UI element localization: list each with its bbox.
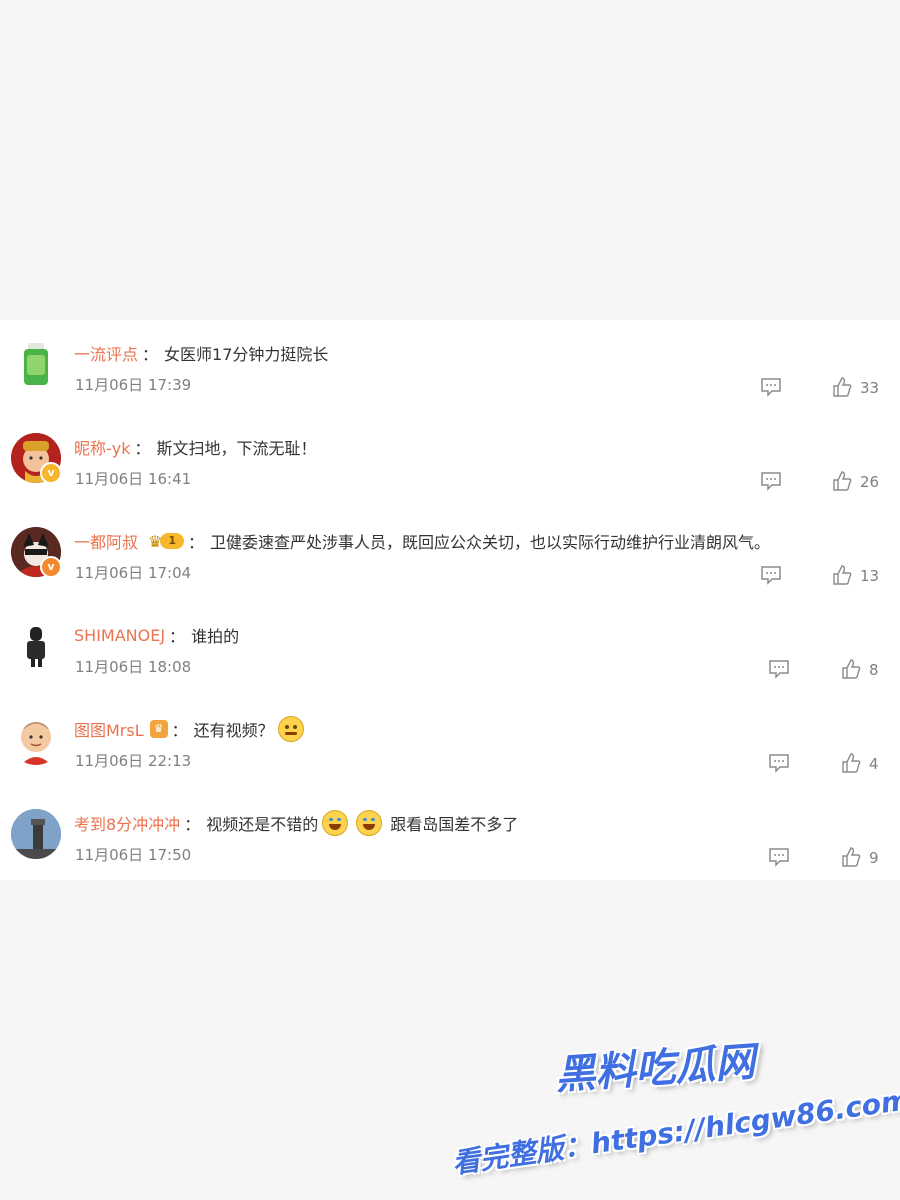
- comment-text: 卫健委速查严处涉事人员，既回应公众关切，也以实际行动维护行业清朗风气。: [210, 533, 771, 552]
- comment-line: 一都阿叔 ♛ 1 ： 卫健委速查严处涉事人员，既回应公众关切，也以实际行动维护行…: [74, 528, 770, 554]
- like-icon[interactable]: [841, 659, 861, 679]
- comment-text: 视频还是不错的: [206, 815, 319, 834]
- like-icon[interactable]: [841, 753, 861, 773]
- comment-item: 图图MrsL ♛ ： 还有视频？ 11月06日 22:13 4: [0, 696, 900, 791]
- timestamp: 11月06日 18:08: [75, 658, 192, 676]
- reply-icon[interactable]: [768, 753, 790, 773]
- timestamp: 11月06日 17:04: [75, 564, 192, 582]
- comment-text: 女医师17分钟力挺院长: [164, 345, 329, 364]
- comment-text: 谁拍的: [191, 627, 240, 646]
- comment-text: 还有视频？: [193, 721, 274, 740]
- like-icon[interactable]: [832, 377, 852, 397]
- avatar[interactable]: [11, 339, 61, 389]
- colon: ：: [184, 815, 201, 834]
- thinking-emoji-icon: [277, 716, 304, 742]
- like-count: 4: [869, 755, 879, 773]
- timestamp: 11月06日 17:50: [75, 846, 192, 864]
- like-icon[interactable]: [832, 471, 852, 491]
- reply-icon[interactable]: [768, 659, 790, 679]
- comment-item: 考到8分冲冲冲 ： 视频还是不错的 跟看岛国差不多了 11月06日 17:50 …: [0, 790, 900, 885]
- comment-line: 考到8分冲冲冲 ： 视频还是不错的 跟看岛国差不多了: [74, 810, 518, 836]
- timestamp: 11月06日 17:39: [75, 376, 192, 394]
- comment-line: 一流评点 ： 女医师17分钟力挺院长: [74, 340, 328, 366]
- username[interactable]: 昵称-yk: [74, 435, 131, 459]
- reply-icon[interactable]: [760, 471, 782, 491]
- comment-item: v 昵称-yk ： 斯文扫地，下流无耻！ 11月06日 16:41 26: [0, 414, 900, 509]
- comment-text-continued: 跟看岛国差不多了: [390, 815, 519, 834]
- reply-icon[interactable]: [760, 565, 782, 585]
- username[interactable]: SHIMANOEJ: [74, 626, 165, 645]
- avatar[interactable]: [11, 715, 61, 765]
- colon: ：: [188, 533, 205, 552]
- like-icon[interactable]: [841, 847, 861, 867]
- member-level: 1: [160, 533, 185, 549]
- reply-icon[interactable]: [768, 847, 790, 867]
- comment-text: 斯文扫地，下流无耻！: [156, 439, 317, 458]
- avatar[interactable]: [11, 809, 61, 859]
- username[interactable]: 考到8分冲冲冲: [74, 811, 180, 835]
- comment-item: SHIMANOEJ ： 谁拍的 11月06日 18:08 8: [0, 602, 900, 697]
- colon: ：: [142, 345, 159, 364]
- laugh-tears-emoji-icon: [322, 810, 349, 836]
- watermark-url: 看完整版：https://hlcgw86.com: [450, 1083, 900, 1180]
- username[interactable]: 一流评点: [74, 341, 138, 365]
- like-count: 33: [860, 379, 880, 397]
- watermark: 黑料吃瓜网 看完整版：https://hlcgw86.com: [450, 1030, 900, 1190]
- comment-line: SHIMANOEJ ： 谁拍的: [74, 622, 239, 648]
- fan-badge-icon[interactable]: ♛: [149, 720, 168, 738]
- avatar[interactable]: [11, 621, 61, 671]
- comment-item: v 一都阿叔 ♛ 1 ： 卫健委速查严处涉事人员，既回应公众关切，也以实际行动维…: [0, 508, 900, 603]
- verified-badge-icon: v: [40, 462, 62, 484]
- timestamp: 11月06日 16:41: [75, 470, 192, 488]
- watermark-title: 黑料吃瓜网: [553, 1039, 757, 1099]
- username[interactable]: 一都阿叔: [74, 529, 138, 553]
- colon: ：: [171, 721, 188, 740]
- comment-item: 一流评点 ： 女医师17分钟力挺院长 11月06日 17:39 33: [0, 320, 900, 415]
- like-icon[interactable]: [832, 565, 852, 585]
- like-count: 9: [869, 849, 879, 867]
- comment-list: 一流评点 ： 女医师17分钟力挺院长 11月06日 17:39 33 v 昵称-: [0, 320, 900, 880]
- comment-line: 图图MrsL ♛ ： 还有视频？: [74, 716, 308, 742]
- timestamp: 11月06日 22:13: [75, 752, 192, 770]
- colon: ：: [169, 627, 186, 646]
- member-crown-badge[interactable]: ♛ 1: [148, 531, 185, 551]
- like-count: 26: [860, 473, 880, 491]
- verified-badge-icon: v: [40, 556, 62, 578]
- like-count: 8: [869, 661, 879, 679]
- like-count: 13: [860, 567, 880, 585]
- laugh-tears-emoji-icon: [356, 810, 383, 836]
- colon: ：: [134, 439, 151, 458]
- comment-line: 昵称-yk ： 斯文扫地，下流无耻！: [74, 434, 317, 460]
- username[interactable]: 图图MrsL: [74, 717, 144, 741]
- reply-icon[interactable]: [760, 377, 782, 397]
